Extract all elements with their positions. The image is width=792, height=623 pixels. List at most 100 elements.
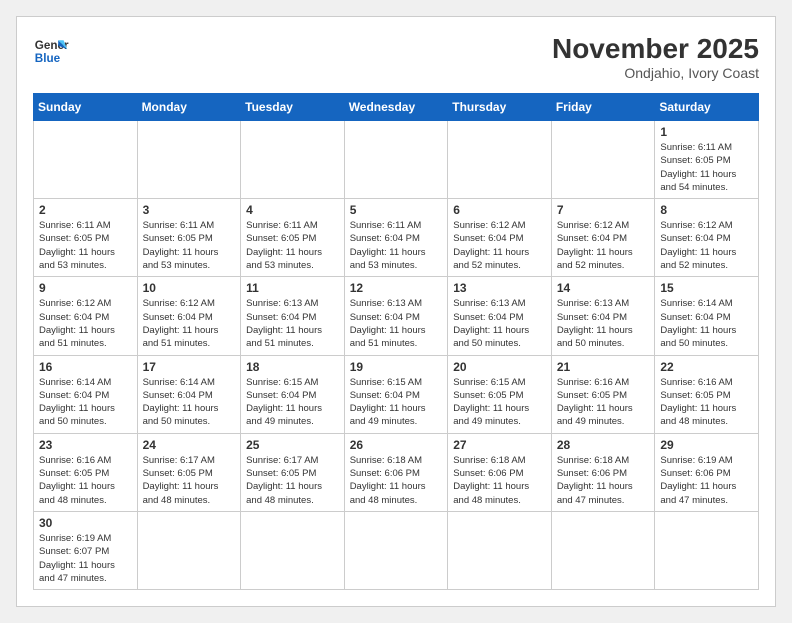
logo: General Blue: [33, 33, 69, 69]
day-info: Sunrise: 6:11 AM Sunset: 6:04 PM Dayligh…: [350, 219, 443, 272]
week-row-1: 2Sunrise: 6:11 AM Sunset: 6:05 PM Daylig…: [34, 199, 759, 277]
calendar-cell: 4Sunrise: 6:11 AM Sunset: 6:05 PM Daylig…: [241, 199, 345, 277]
day-number: 18: [246, 360, 339, 374]
day-info: Sunrise: 6:13 AM Sunset: 6:04 PM Dayligh…: [246, 297, 339, 350]
calendar-cell: 2Sunrise: 6:11 AM Sunset: 6:05 PM Daylig…: [34, 199, 138, 277]
calendar-cell: [344, 511, 448, 589]
day-number: 17: [143, 360, 236, 374]
weekday-header-tuesday: Tuesday: [241, 94, 345, 121]
title-block: November 2025 Ondjahio, Ivory Coast: [552, 33, 759, 81]
day-number: 12: [350, 281, 443, 295]
weekday-header-row: SundayMondayTuesdayWednesdayThursdayFrid…: [34, 94, 759, 121]
weekday-header-monday: Monday: [137, 94, 241, 121]
day-number: 9: [39, 281, 132, 295]
calendar-cell: 10Sunrise: 6:12 AM Sunset: 6:04 PM Dayli…: [137, 277, 241, 355]
calendar-cell: [448, 511, 552, 589]
day-info: Sunrise: 6:17 AM Sunset: 6:05 PM Dayligh…: [143, 454, 236, 507]
day-number: 6: [453, 203, 546, 217]
day-info: Sunrise: 6:19 AM Sunset: 6:07 PM Dayligh…: [39, 532, 132, 585]
weekday-header-wednesday: Wednesday: [344, 94, 448, 121]
day-number: 11: [246, 281, 339, 295]
day-number: 4: [246, 203, 339, 217]
day-number: 15: [660, 281, 753, 295]
weekday-header-saturday: Saturday: [655, 94, 759, 121]
day-info: Sunrise: 6:13 AM Sunset: 6:04 PM Dayligh…: [453, 297, 546, 350]
month-title: November 2025: [552, 33, 759, 65]
calendar-cell: 27 Sunrise: 6:18 AM Sunset: 6:06 PM Dayli…: [448, 433, 552, 511]
calendar-cell: 24Sunrise: 6:17 AM Sunset: 6:05 PM Dayli…: [137, 433, 241, 511]
calendar-cell: 17Sunrise: 6:14 AM Sunset: 6:04 PM Dayli…: [137, 355, 241, 433]
calendar-cell: 19Sunrise: 6:15 AM Sunset: 6:04 PM Dayli…: [344, 355, 448, 433]
calendar-container: General Blue November 2025 Ondjahio, Ivo…: [16, 16, 776, 607]
day-number: 27: [453, 438, 546, 452]
day-number: 26: [350, 438, 443, 452]
calendar-cell: [655, 511, 759, 589]
day-info: Sunrise: 6:15 AM Sunset: 6:05 PM Dayligh…: [453, 376, 546, 429]
day-info: Sunrise: 6:12 AM Sunset: 6:04 PM Dayligh…: [660, 219, 753, 272]
day-number: 3: [143, 203, 236, 217]
calendar-cell: 20 Sunrise: 6:15 AM Sunset: 6:05 PM Dayli…: [448, 355, 552, 433]
svg-text:Blue: Blue: [35, 52, 61, 65]
week-row-2: 9 Sunrise: 6:12 AM Sunset: 6:04 PM Daylig…: [34, 277, 759, 355]
day-number: 30: [39, 516, 132, 530]
calendar-cell: 6 Sunrise: 6:12 AM Sunset: 6:04 PM Daylig…: [448, 199, 552, 277]
day-number: 13: [453, 281, 546, 295]
day-info: Sunrise: 6:14 AM Sunset: 6:04 PM Dayligh…: [39, 376, 132, 429]
calendar-cell: 9 Sunrise: 6:12 AM Sunset: 6:04 PM Daylig…: [34, 277, 138, 355]
day-number: 25: [246, 438, 339, 452]
calendar-cell: [448, 121, 552, 199]
day-info: Sunrise: 6:18 AM Sunset: 6:06 PM Dayligh…: [557, 454, 650, 507]
calendar-cell: 5 Sunrise: 6:11 AM Sunset: 6:04 PM Daylig…: [344, 199, 448, 277]
day-number: 28: [557, 438, 650, 452]
header: General Blue November 2025 Ondjahio, Ivo…: [33, 33, 759, 81]
day-number: 14: [557, 281, 650, 295]
day-info: Sunrise: 6:16 AM Sunset: 6:05 PM Dayligh…: [39, 454, 132, 507]
day-info: Sunrise: 6:12 AM Sunset: 6:04 PM Dayligh…: [557, 219, 650, 272]
day-info: Sunrise: 6:18 AM Sunset: 6:06 PM Dayligh…: [453, 454, 546, 507]
week-row-4: 23 Sunrise: 6:16 AM Sunset: 6:05 PM Dayli…: [34, 433, 759, 511]
week-row-3: 16 Sunrise: 6:14 AM Sunset: 6:04 PM Dayli…: [34, 355, 759, 433]
day-info: Sunrise: 6:16 AM Sunset: 6:05 PM Dayligh…: [557, 376, 650, 429]
calendar-cell: 3Sunrise: 6:11 AM Sunset: 6:05 PM Daylig…: [137, 199, 241, 277]
location-title: Ondjahio, Ivory Coast: [552, 65, 759, 81]
day-number: 5: [350, 203, 443, 217]
calendar-cell: 14 Sunrise: 6:13 AM Sunset: 6:04 PM Dayli…: [551, 277, 655, 355]
day-number: 8: [660, 203, 753, 217]
calendar-cell: 26Sunrise: 6:18 AM Sunset: 6:06 PM Dayli…: [344, 433, 448, 511]
calendar-cell: [344, 121, 448, 199]
day-info: Sunrise: 6:13 AM Sunset: 6:04 PM Dayligh…: [350, 297, 443, 350]
calendar-cell: 8 Sunrise: 6:12 AM Sunset: 6:04 PM Daylig…: [655, 199, 759, 277]
day-number: 23: [39, 438, 132, 452]
calendar-cell: 13 Sunrise: 6:13 AM Sunset: 6:04 PM Dayli…: [448, 277, 552, 355]
day-number: 7: [557, 203, 650, 217]
weekday-header-friday: Friday: [551, 94, 655, 121]
calendar-cell: 28 Sunrise: 6:18 AM Sunset: 6:06 PM Dayli…: [551, 433, 655, 511]
calendar-cell: 16 Sunrise: 6:14 AM Sunset: 6:04 PM Dayli…: [34, 355, 138, 433]
calendar-cell: [137, 511, 241, 589]
calendar-cell: [551, 121, 655, 199]
day-info: Sunrise: 6:15 AM Sunset: 6:04 PM Dayligh…: [350, 376, 443, 429]
calendar-cell: [137, 121, 241, 199]
calendar-cell: [551, 511, 655, 589]
day-info: Sunrise: 6:17 AM Sunset: 6:05 PM Dayligh…: [246, 454, 339, 507]
day-info: Sunrise: 6:12 AM Sunset: 6:04 PM Dayligh…: [453, 219, 546, 272]
day-number: 2: [39, 203, 132, 217]
day-number: 16: [39, 360, 132, 374]
calendar-cell: 15Sunrise: 6:14 AM Sunset: 6:04 PM Dayli…: [655, 277, 759, 355]
day-info: Sunrise: 6:12 AM Sunset: 6:04 PM Dayligh…: [39, 297, 132, 350]
calendar-cell: 12 Sunrise: 6:13 AM Sunset: 6:04 PM Dayli…: [344, 277, 448, 355]
calendar-cell: 7 Sunrise: 6:12 AM Sunset: 6:04 PM Daylig…: [551, 199, 655, 277]
day-number: 29: [660, 438, 753, 452]
day-number: 20: [453, 360, 546, 374]
week-row-0: 1 Sunrise: 6:11 AM Sunset: 6:05 PM Daylig…: [34, 121, 759, 199]
day-number: 1: [660, 125, 753, 139]
calendar-cell: 25 Sunrise: 6:17 AM Sunset: 6:05 PM Dayli…: [241, 433, 345, 511]
calendar-cell: 21Sunrise: 6:16 AM Sunset: 6:05 PM Dayli…: [551, 355, 655, 433]
day-info: Sunrise: 6:11 AM Sunset: 6:05 PM Dayligh…: [660, 141, 753, 194]
calendar-cell: [241, 511, 345, 589]
day-info: Sunrise: 6:13 AM Sunset: 6:04 PM Dayligh…: [557, 297, 650, 350]
logo-icon: General Blue: [33, 33, 69, 69]
calendar-cell: 30 Sunrise: 6:19 AM Sunset: 6:07 PM Dayli…: [34, 511, 138, 589]
calendar-cell: [241, 121, 345, 199]
calendar-table: SundayMondayTuesdayWednesdayThursdayFrid…: [33, 93, 759, 590]
